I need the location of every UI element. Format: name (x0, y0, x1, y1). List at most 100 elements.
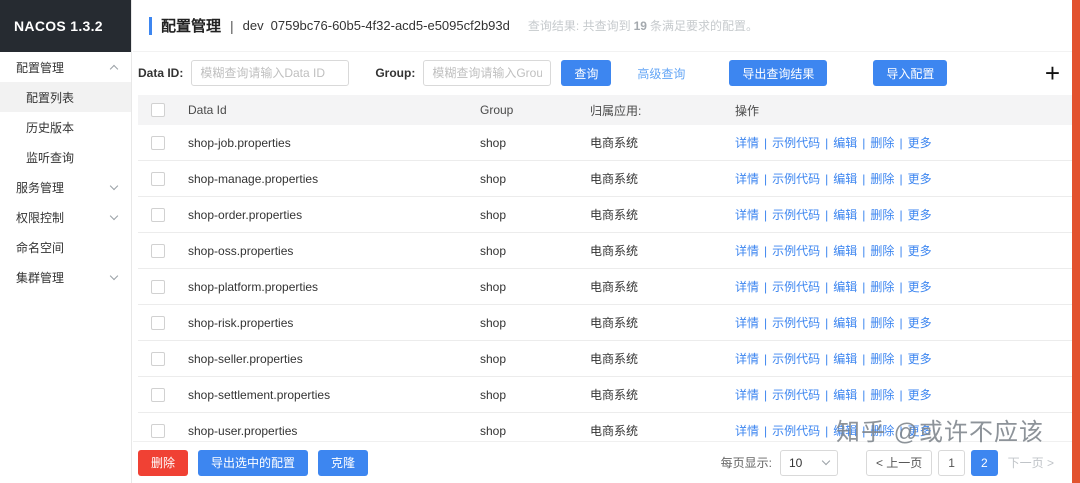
row-checkbox-cell (138, 279, 178, 294)
prev-page-button[interactable]: < 上一页 (865, 449, 933, 476)
row-action-edit[interactable]: 编辑 (833, 172, 857, 186)
row-action-more[interactable]: 更多 (908, 280, 932, 294)
row-action-sample-code[interactable]: 示例代码 (772, 172, 820, 186)
group-input[interactable] (423, 60, 552, 86)
row-group: shop (480, 243, 507, 258)
row-action-sample-code[interactable]: 示例代码 (772, 316, 820, 330)
sidebar-item-history-versions[interactable]: 历史版本 (0, 112, 131, 142)
row-checkbox[interactable] (151, 207, 165, 222)
row-action-delete[interactable]: 删除 (870, 244, 894, 258)
data-id-input[interactable] (191, 60, 350, 86)
action-separator: | (764, 172, 768, 186)
action-separator: | (764, 136, 768, 150)
export-selected-button[interactable]: 导出选中的配置 (198, 449, 309, 476)
row-action-edit[interactable]: 编辑 (833, 208, 857, 222)
row-action-detail[interactable]: 详情 (735, 388, 759, 402)
row-checkbox[interactable] (151, 387, 165, 402)
row-actions: 详情 | 示例代码 | 编辑 | 删除 | 更多 (725, 386, 1072, 403)
sidebar-item-listen-query[interactable]: 监听查询 (0, 142, 131, 172)
row-action-more[interactable]: 更多 (908, 208, 932, 222)
next-page-button[interactable]: 下一页 > (1004, 450, 1058, 476)
row-actions: 详情 | 示例代码 | 编辑 | 删除 | 更多 (725, 278, 1072, 295)
row-action-delete[interactable]: 删除 (870, 136, 894, 150)
row-action-edit[interactable]: 编辑 (833, 136, 857, 150)
row-checkbox[interactable] (151, 243, 165, 258)
row-action-detail[interactable]: 详情 (735, 172, 759, 186)
row-actions: 详情 | 示例代码 | 编辑 | 删除 | 更多 (725, 170, 1072, 187)
sidebar-item-label: 命名空间 (16, 240, 65, 255)
row-action-sample-code[interactable]: 示例代码 (772, 352, 820, 366)
row-action-more[interactable]: 更多 (908, 388, 932, 402)
row-action-more[interactable]: 更多 (908, 352, 932, 366)
clone-button[interactable]: 克隆 (318, 449, 369, 476)
row-action-detail[interactable]: 详情 (735, 136, 759, 150)
row-action-edit[interactable]: 编辑 (833, 280, 857, 294)
row-checkbox[interactable] (151, 279, 165, 294)
advanced-query-link[interactable]: 高级查询 (637, 65, 685, 82)
row-action-detail[interactable]: 详情 (735, 424, 759, 438)
row-action-delete[interactable]: 删除 (870, 316, 894, 330)
export-query-results-button[interactable]: 导出查询结果 (729, 60, 828, 86)
action-separator: | (862, 424, 866, 438)
sidebar-item-service-management[interactable]: 服务管理 (0, 172, 131, 202)
row-checkbox[interactable] (151, 315, 165, 330)
row-action-detail[interactable]: 详情 (735, 208, 759, 222)
query-result-text: 查询结果: 共查询到 19 条满足要求的配置。 (528, 17, 758, 34)
row-action-sample-code[interactable]: 示例代码 (772, 424, 820, 438)
action-separator: | (862, 280, 866, 294)
select-all-checkbox[interactable] (151, 103, 165, 117)
row-action-sample-code[interactable]: 示例代码 (772, 388, 820, 402)
row-action-detail[interactable]: 详情 (735, 244, 759, 258)
query-button[interactable]: 查询 (561, 60, 612, 86)
row-action-delete[interactable]: 删除 (870, 208, 894, 222)
row-checkbox[interactable] (151, 171, 165, 186)
row-action-detail[interactable]: 详情 (735, 280, 759, 294)
row-action-sample-code[interactable]: 示例代码 (772, 244, 820, 258)
row-data-id: shop-settlement.properties (188, 387, 331, 402)
row-action-edit[interactable]: 编辑 (833, 316, 857, 330)
row-action-delete[interactable]: 删除 (870, 280, 894, 294)
action-separator: | (862, 172, 866, 186)
page-size-select[interactable]: 10 (779, 449, 838, 476)
row-action-more[interactable]: 更多 (908, 136, 932, 150)
sidebar-item-config-management[interactable]: 配置管理 (0, 52, 131, 82)
row-action-sample-code[interactable]: 示例代码 (772, 280, 820, 294)
row-action-detail[interactable]: 详情 (735, 316, 759, 330)
plus-icon[interactable]: + (1045, 60, 1060, 86)
row-action-more[interactable]: 更多 (908, 244, 932, 258)
result-label: 查询结果: (527, 19, 580, 33)
sidebar-item-config-list[interactable]: 配置列表 (0, 82, 131, 112)
row-action-delete[interactable]: 删除 (870, 424, 894, 438)
sidebar-item-cluster-management[interactable]: 集群管理 (0, 262, 131, 292)
import-config-button[interactable]: 导入配置 (873, 60, 948, 86)
row-checkbox[interactable] (151, 351, 165, 366)
sidebar-item-namespace[interactable]: 命名空间 (0, 232, 131, 262)
table-body: shop-job.properties shop 电商系统 详情 | 示例代码 | 编辑 | 删除… (138, 125, 1072, 449)
page-size-label: 每页显示: (720, 456, 772, 470)
row-action-edit[interactable]: 编辑 (833, 424, 857, 438)
row-app: 电商系统 (590, 208, 639, 222)
delete-button[interactable]: 删除 (138, 449, 189, 476)
row-app: 电商系统 (590, 316, 639, 330)
row-action-more[interactable]: 更多 (908, 316, 932, 330)
row-action-delete[interactable]: 删除 (870, 172, 894, 186)
row-action-sample-code[interactable]: 示例代码 (772, 208, 820, 222)
sidebar-item-label: 配置列表 (26, 90, 75, 105)
row-action-more[interactable]: 更多 (908, 172, 932, 186)
row-action-sample-code[interactable]: 示例代码 (772, 136, 820, 150)
row-action-edit[interactable]: 编辑 (833, 388, 857, 402)
page-1-button[interactable]: 1 (938, 449, 965, 476)
row-group: shop (480, 135, 507, 150)
row-checkbox[interactable] (151, 423, 165, 438)
row-action-edit[interactable]: 编辑 (833, 352, 857, 366)
row-checkbox[interactable] (151, 135, 165, 150)
page-header: 配置管理 | dev 0759bc76-60b5-4f32-acd5-e5095… (133, 0, 1072, 52)
row-action-delete[interactable]: 删除 (870, 352, 894, 366)
row-action-more[interactable]: 更多 (908, 424, 932, 438)
header-app: 归属应用: (590, 103, 642, 118)
row-action-delete[interactable]: 删除 (870, 388, 894, 402)
row-action-edit[interactable]: 编辑 (833, 244, 857, 258)
page-2-button[interactable]: 2 (970, 449, 998, 476)
row-action-detail[interactable]: 详情 (735, 352, 759, 366)
sidebar-item-permission-control[interactable]: 权限控制 (0, 202, 131, 232)
